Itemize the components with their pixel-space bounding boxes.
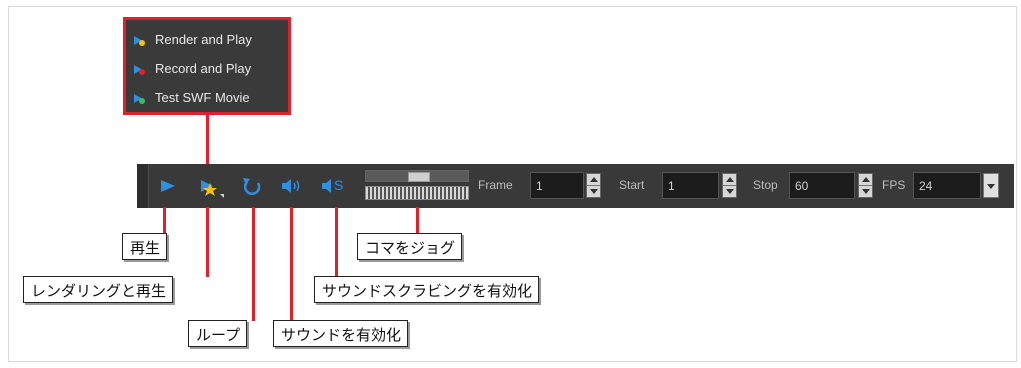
fps-dropdown[interactable]	[983, 173, 999, 198]
playback-toolbar: S Frame 1 Start 1 Stop 60 FPS 24	[137, 164, 1014, 208]
swf-movie-icon	[134, 92, 145, 104]
render-and-play-button[interactable]	[195, 174, 224, 198]
start-stepper[interactable]	[722, 173, 737, 198]
jog-callout-line	[416, 207, 419, 234]
start-label: Start	[619, 178, 645, 192]
sound-scrub-button[interactable]: S	[319, 174, 353, 198]
fps-label: FPS	[882, 178, 906, 192]
render-play-callout-line	[206, 207, 209, 277]
render-play-icon	[134, 34, 145, 46]
frame-label: Frame	[478, 178, 513, 192]
render-and-play-icon	[201, 180, 224, 198]
play-icon	[161, 180, 175, 192]
callout-play: 再生	[122, 233, 168, 260]
jog-wheel[interactable]	[365, 186, 469, 200]
menu-item-label: Test SWF Movie	[155, 89, 250, 105]
callout-jog: コマをジョグ	[357, 233, 463, 260]
play-button[interactable]	[155, 174, 181, 198]
sound-scrub-icon	[322, 179, 331, 193]
loop-button[interactable]	[239, 174, 265, 198]
frame-stepper[interactable]	[586, 173, 601, 198]
jog-track	[365, 170, 469, 182]
callout-render-play: レンダリングと再生	[23, 276, 174, 303]
stop-label: Stop	[753, 178, 778, 192]
menu-item-test-swf-movie[interactable]: Test SWF Movie	[134, 86, 250, 108]
callout-loop: ループ	[188, 320, 248, 347]
jog-knob[interactable]	[408, 172, 430, 182]
sound-icon	[282, 179, 300, 193]
stop-field[interactable]: 60	[789, 172, 855, 199]
menu-item-label: Render and Play	[155, 31, 252, 47]
callout-sound-scrub: サウンドスクラビングを有効化	[314, 276, 540, 303]
start-field[interactable]: 1	[662, 172, 719, 199]
sound-scrub-callout-line	[335, 207, 338, 277]
enable-sound-button[interactable]	[278, 174, 304, 198]
loop-icon	[243, 178, 261, 196]
callout-sound: サウンドを有効化	[273, 320, 409, 347]
frame-field[interactable]: 1	[530, 172, 584, 199]
sound-callout-line	[290, 207, 293, 321]
record-play-icon	[134, 63, 145, 75]
menu-item-label: Record and Play	[155, 60, 252, 76]
menu-item-render-and-play[interactable]: Render and Play	[134, 28, 252, 50]
toolbar-grip[interactable]	[137, 164, 149, 208]
fps-field[interactable]: 24	[913, 172, 981, 199]
play-callout-line	[163, 207, 166, 234]
menu-item-record-and-play[interactable]: Record and Play	[134, 57, 251, 79]
menu-connector-line	[206, 115, 209, 167]
sound-scrub-letter: S	[334, 177, 344, 193]
loop-callout-line	[252, 207, 255, 321]
frame-jog-slider[interactable]	[365, 170, 469, 202]
render-play-menu: Render and Play Record and Play Test SWF…	[123, 17, 291, 115]
stop-stepper[interactable]	[858, 173, 873, 198]
